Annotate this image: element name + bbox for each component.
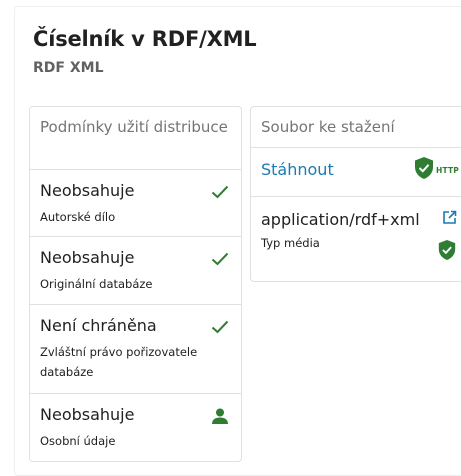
condition-row-database-maker-right: Není chráněna Zvláštní právo pořizovatel…: [30, 305, 241, 394]
condition-status: Neobsahuje: [40, 405, 135, 424]
condition-row-original-database: Neobsahuje Originální databáze: [30, 237, 241, 305]
condition-label: Osobní údaje: [40, 434, 116, 448]
condition-label: Originální databáze: [40, 277, 153, 291]
condition-status: Není chráněna: [40, 316, 157, 335]
download-row: Stáhnout HTTP: [251, 148, 461, 197]
http-badge-text: HTTP: [436, 165, 459, 175]
external-link-icon[interactable]: [442, 210, 457, 229]
conditions-panel: Podmínky užití distribuce Neobsahuje Aut…: [29, 106, 242, 462]
check-icon: [211, 184, 229, 203]
condition-status: Neobsahuje: [40, 248, 135, 267]
download-link[interactable]: Stáhnout: [261, 160, 334, 179]
condition-label: Zvláštní právo pořizovatele databáze: [40, 345, 198, 379]
media-type-label: Typ média: [261, 236, 320, 250]
download-panel: Soubor ke stažení Stáhnout HTTP applicat…: [250, 106, 461, 282]
check-icon: [211, 319, 229, 338]
condition-row-personal-data: Neobsahuje Osobní údaje: [30, 394, 241, 462]
page-title: Číselník v RDF/XML: [33, 27, 257, 51]
shield-check-icon: [413, 156, 435, 184]
person-icon: [211, 408, 229, 428]
shield-check-icon: [437, 239, 457, 265]
conditions-header: Podmínky užití distribuce: [30, 107, 241, 170]
http-badge: HTTP: [413, 156, 459, 184]
media-type-value: application/rdf+xml: [261, 210, 420, 229]
page-subtitle: RDF XML: [33, 60, 104, 76]
download-header: Soubor ke stažení: [251, 107, 461, 148]
condition-status: Neobsahuje: [40, 181, 135, 200]
check-icon: [211, 251, 229, 270]
condition-row-authors-work: Neobsahuje Autorské dílo: [30, 170, 241, 237]
condition-label: Autorské dílo: [40, 210, 116, 224]
media-type-row: application/rdf+xml Typ média: [251, 197, 461, 282]
